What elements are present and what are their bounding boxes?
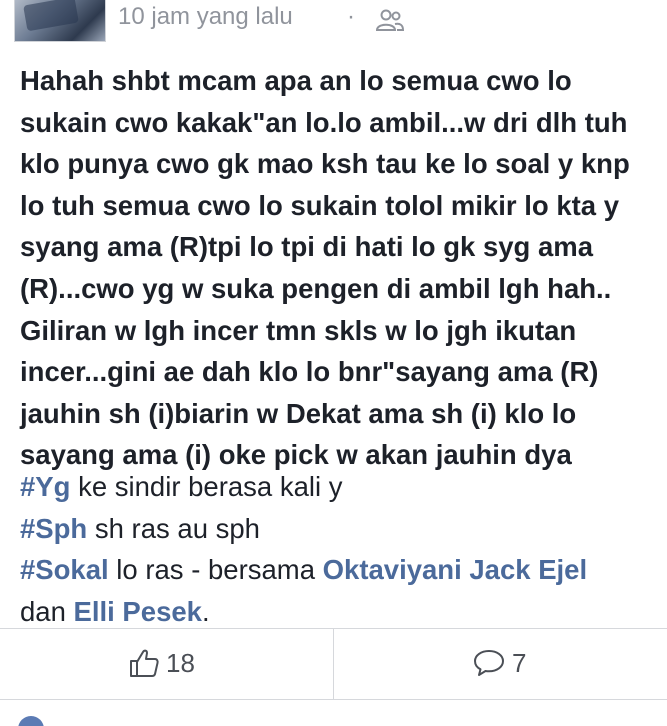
mention-line: dan Elli Pesek. — [20, 591, 650, 633]
thumbs-up-icon — [130, 649, 159, 677]
hashtag-link[interactable]: #Yg — [20, 471, 70, 502]
mention-link[interactable]: Oktaviyani Jack Ejel — [323, 554, 587, 585]
post-line: lo tuh semua cwo lo sukain tolol mikir l… — [20, 189, 620, 221]
comment-count: 7 — [512, 647, 527, 678]
author-avatar[interactable] — [14, 0, 106, 42]
like-button[interactable]: 18 — [128, 643, 195, 683]
post-timestamp[interactable]: 10 jam yang lalu — [118, 3, 293, 31]
comment-button[interactable]: 7 — [472, 643, 526, 683]
post-actions: 18 7 — [0, 629, 667, 699]
post-line: jauhin sh (i)biarin w Dekat ama sh (i) k… — [20, 397, 577, 429]
next-post-preview[interactable] — [18, 712, 638, 726]
mention-link[interactable]: Elli Pesek — [74, 596, 202, 627]
avatar — [18, 716, 44, 726]
hashtag-line: #Yg ke sindir berasa kali y — [20, 466, 650, 508]
post-line: sukain cwo kakak"an lo.lo ambil...w dri … — [20, 106, 628, 138]
comment-icon — [474, 650, 504, 676]
hashtag-link[interactable]: #Sph — [20, 513, 87, 544]
meta-separator: · — [347, 3, 355, 30]
hashtag-text: ke sindir berasa kali y — [70, 471, 343, 502]
end-period: . — [201, 595, 210, 627]
post-line: incer...gini ae dah klo lo bnr"sayang am… — [20, 356, 599, 388]
friends-icon[interactable] — [375, 8, 405, 32]
hashtag-text: lo ras - bersama — [108, 554, 323, 586]
post-body: Hahah shbt mcam apa an lo semua cwo lo s… — [20, 60, 650, 476]
hashtag-line: #Sph sh ras au sph — [20, 508, 650, 550]
hashtag-link[interactable]: #Sokal — [20, 554, 109, 585]
post-line: Giliran w lgh incer tmn skls w lo jgh ik… — [20, 314, 577, 346]
post-line: klo punya cwo gk mao ksh tau ke lo soal … — [20, 148, 630, 180]
divider — [0, 699, 667, 700]
hashtag-text: sh ras au sph — [87, 512, 260, 544]
hashtag-line: #Sokal lo ras - bersama Oktaviyani Jack … — [20, 549, 650, 591]
like-count: 18 — [166, 647, 195, 678]
post-line: syang ama (R)tpi lo tpi di hati lo gk sy… — [20, 231, 594, 263]
post-tags: #Yg ke sindir berasa kali y #Sph sh ras … — [20, 466, 650, 632]
post-line: Hahah shbt mcam apa an lo semua cwo lo — [20, 65, 572, 96]
post-line: (R)...cwo yg w suka pengen di ambil lgh … — [20, 272, 612, 304]
post-header: 10 jam yang lalu · — [0, 0, 667, 46]
conjunction-text: dan — [20, 595, 74, 627]
action-divider — [333, 629, 334, 699]
